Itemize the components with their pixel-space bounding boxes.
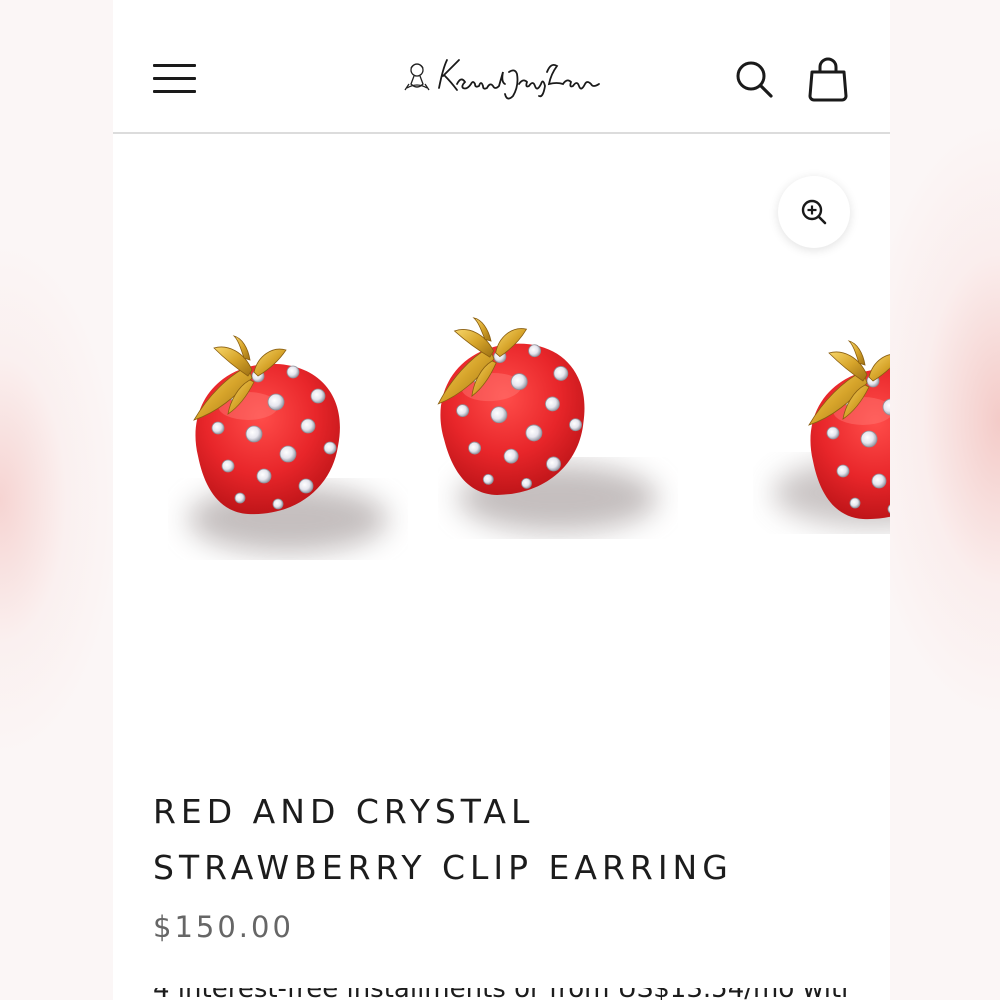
product-title: RED AND CRYSTAL STRAWBERRY CLIP EARRING <box>153 784 873 896</box>
product-image-gallery[interactable] <box>113 136 890 720</box>
search-icon <box>736 61 773 98</box>
search-button[interactable] <box>733 58 777 102</box>
installments-text: 4 interest-free installments or from US$… <box>153 988 853 1000</box>
product-price: $150.00 <box>153 910 294 944</box>
product-page: RED AND CRYSTAL STRAWBERRY CLIP EARRING … <box>113 0 890 1000</box>
zoom-button[interactable] <box>778 176 850 248</box>
product-title-line-2: STRAWBERRY CLIP EARRING <box>153 848 733 887</box>
product-title-line-1: RED AND CRYSTAL <box>153 792 535 831</box>
shopping-bag-icon <box>808 57 848 102</box>
site-header <box>113 0 890 134</box>
logo-signature <box>404 59 600 100</box>
earring-image-1 <box>193 335 341 515</box>
product-info: RED AND CRYSTAL STRAWBERRY CLIP EARRING … <box>113 720 890 1000</box>
cart-button[interactable] <box>807 56 849 102</box>
brand-logo[interactable] <box>399 54 604 110</box>
zoom-in-icon <box>801 199 827 225</box>
product-photo <box>188 311 890 553</box>
menu-button[interactable] <box>153 64 197 96</box>
installments-text-content: 4 interest-free installments or from US$… <box>153 988 853 1000</box>
